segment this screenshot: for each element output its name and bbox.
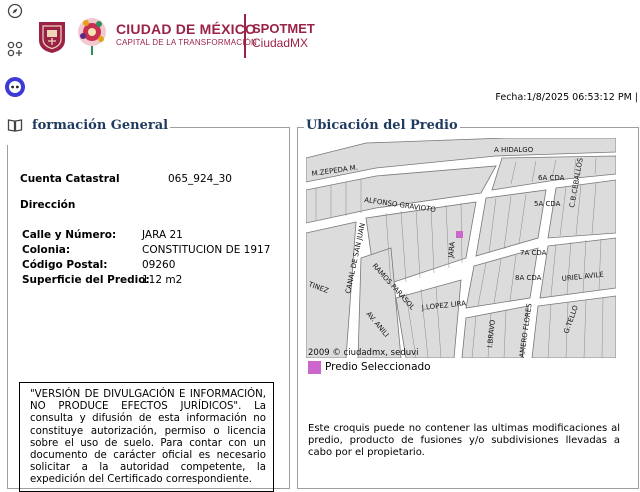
apps-button[interactable] bbox=[4, 38, 26, 60]
superficie-value: 112 m2 bbox=[142, 274, 183, 286]
assistant-button[interactable] bbox=[4, 76, 26, 98]
calle-value: JARA 21 bbox=[142, 229, 183, 241]
superficie-label: Superficie del Predio: bbox=[22, 274, 150, 286]
general-info-legend: formación General bbox=[30, 118, 171, 133]
cdmx-seal-logo bbox=[39, 22, 65, 53]
location-legend: Ubicación del Predio bbox=[304, 118, 460, 133]
calle-label: Calle y Número: bbox=[22, 229, 117, 241]
compass-icon bbox=[7, 3, 23, 19]
street-hidalgo: A HIDALGO bbox=[494, 146, 534, 154]
assistant-icon bbox=[5, 77, 25, 97]
app-subtitle: CiudadMX bbox=[252, 36, 309, 50]
brand-title: CIUDAD DE MÉXICO bbox=[116, 21, 257, 37]
floating-sidebar bbox=[0, 0, 30, 145]
location-map[interactable]: A HIDALGO M.ZEPEDA M. ALFONSO GRAVIOTO C… bbox=[306, 138, 616, 358]
map-copyright: 2009 © ciudadmx, seduvi bbox=[308, 348, 419, 358]
legal-disclaimer: "VERSIÓN DE DIVULGACIÓN E INFORMACIÓN, N… bbox=[19, 382, 274, 492]
book-icon bbox=[7, 119, 23, 132]
brand-subtitle: CAPITAL DE LA TRANSFORMACIÓN bbox=[116, 38, 258, 47]
street-7a-cda: 7A CDA bbox=[520, 249, 547, 257]
predio-legend-swatch bbox=[308, 361, 321, 374]
direccion-heading: Dirección bbox=[20, 199, 76, 211]
selected-predio-marker bbox=[456, 231, 463, 238]
street-8a-cda: 8A CDA bbox=[515, 274, 542, 282]
flower-logo bbox=[78, 18, 106, 55]
app-title: SPOTMET bbox=[252, 21, 315, 36]
codigo-postal-value: 09260 bbox=[142, 259, 176, 271]
predio-legend-label: Predio Seleccionado bbox=[325, 361, 431, 373]
reading-button[interactable] bbox=[4, 114, 26, 136]
cuenta-catastral-label: Cuenta Catastral bbox=[20, 173, 120, 185]
cuenta-catastral-value: 065_924_30 bbox=[168, 173, 232, 185]
grid-icon bbox=[7, 41, 23, 57]
header-divider bbox=[244, 14, 246, 58]
map-note: Este croquis puede no contener las ultim… bbox=[308, 423, 620, 459]
compass-button[interactable] bbox=[4, 0, 26, 22]
colonia-label: Colonia: bbox=[22, 244, 71, 256]
date-timestamp: Fecha:1/8/2025 06:53:12 PM | bbox=[495, 92, 638, 103]
colonia-value: CONSTITUCION DE 1917 bbox=[142, 244, 271, 256]
codigo-postal-label: Código Postal: bbox=[22, 259, 108, 271]
street-5a-cda: 5A CDA bbox=[534, 200, 561, 208]
street-6a-cda: 6A CDA bbox=[538, 174, 565, 182]
